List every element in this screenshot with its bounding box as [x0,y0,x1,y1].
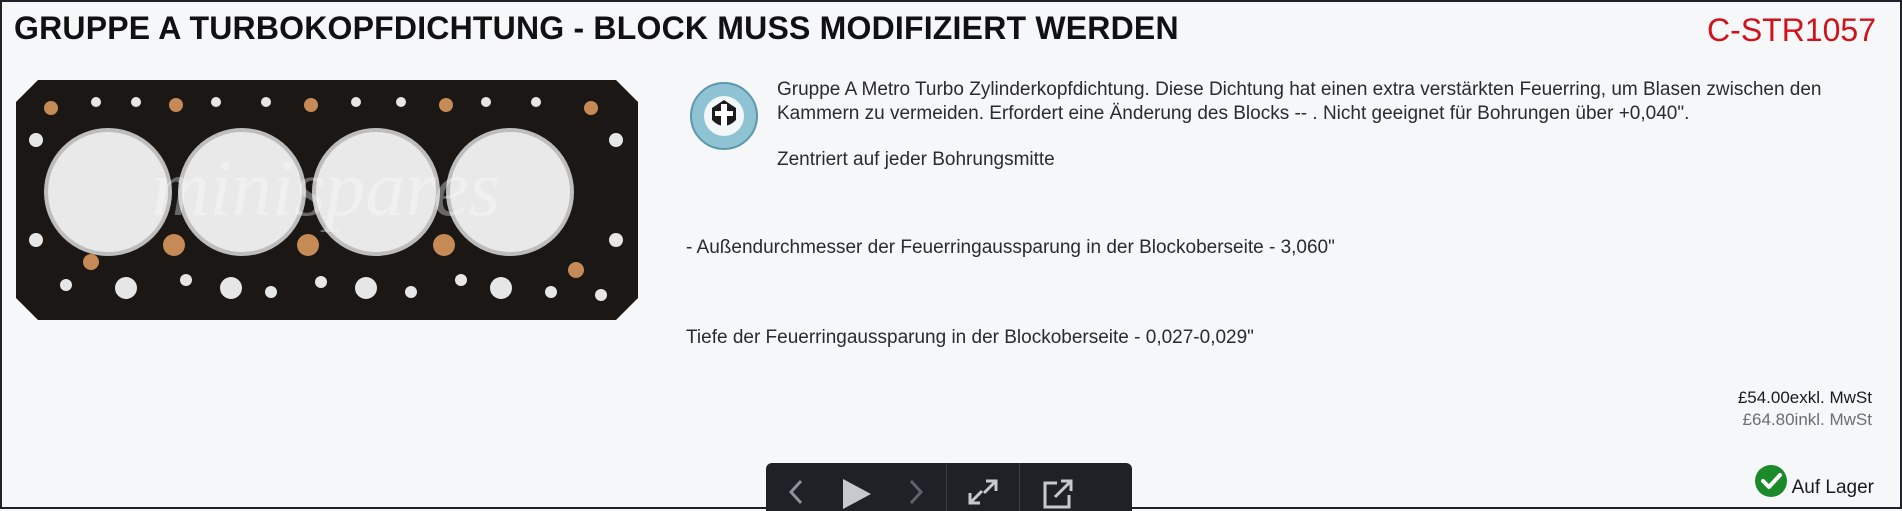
play-icon [843,479,871,509]
svg-text:minispares: minispares [152,145,500,233]
media-player-controls [766,463,1132,511]
product-sku: C-STR1057 [1707,12,1876,48]
price-including-vat: £64.80inkl. MwSt [1742,410,1872,429]
previous-button[interactable] [766,463,826,511]
expand-icon [968,479,998,505]
product-description: Gruppe A Metro Turbo Zylinderkopfdichtun… [777,78,1877,172]
checkmark-icon [1754,465,1787,497]
price-excluding-vat: £54.00exkl. MwSt [1737,388,1872,407]
play-button[interactable] [826,463,886,511]
external-link-button[interactable] [1020,463,1092,511]
expand-button[interactable] [947,463,1019,511]
description-text: Gruppe A Metro Turbo Zylinderkopfdichtun… [777,79,1822,124]
external-link-icon [1043,479,1073,509]
genuine-mini-spares-badge [690,82,758,150]
product-title: GRUPPE A TURBOKOPFDICHTUNG - BLOCK MUSS … [14,10,1179,46]
next-icon [909,479,924,505]
description-subtext: Zentriert auf jeder Bohrungsmitte [777,149,1055,170]
spec-outer-diameter: - Außendurchmesser der Feuerringaussparu… [686,237,1335,258]
spec-recess-depth: Tiefe der Feuerringaussparung in der Blo… [686,327,1254,348]
stock-label: Auf Lager [1791,477,1874,498]
previous-icon [788,479,803,505]
next-button[interactable] [886,463,946,511]
stock-status: Auf Lager [1754,464,1874,498]
product-image: minispares [16,80,638,320]
